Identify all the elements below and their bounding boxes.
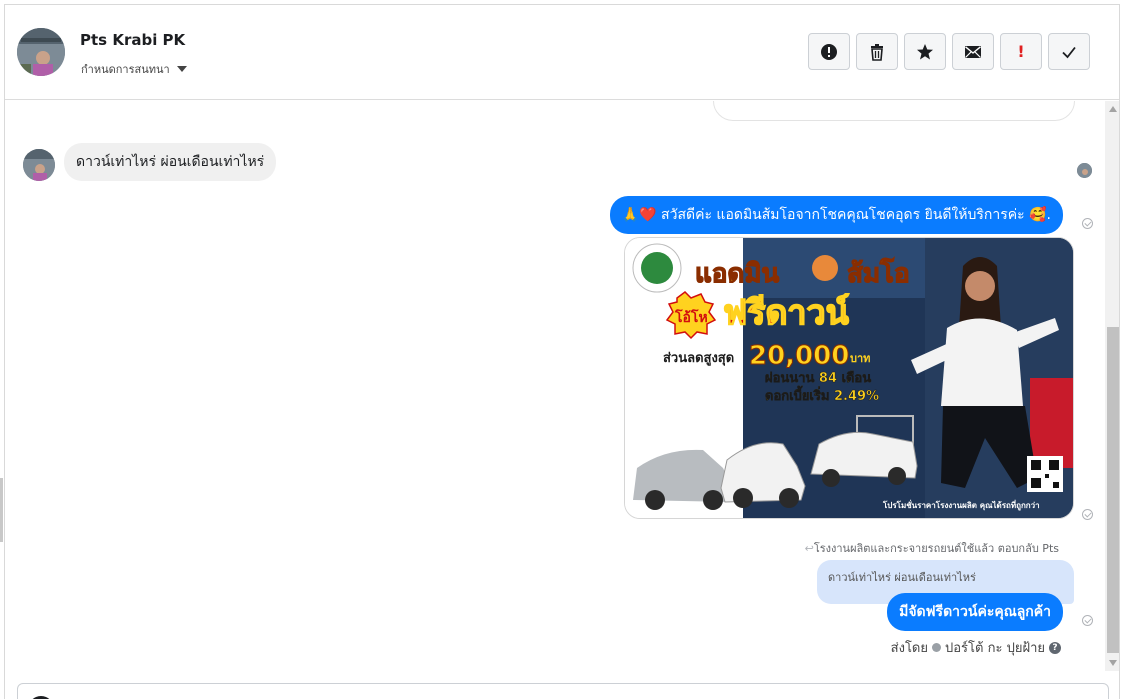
envelope-icon	[965, 45, 981, 58]
promo-installment: ผ่อนนาน 84 เดือน	[765, 370, 871, 386]
previous-message-bubble	[713, 101, 1075, 121]
verified-dot-icon	[932, 643, 941, 652]
scrollbar[interactable]	[1105, 101, 1119, 671]
help-icon[interactable]: ?	[1049, 641, 1061, 654]
important-button[interactable]: !	[1000, 33, 1042, 70]
conversation-settings-dropdown[interactable]: กำหนดการสนทนา	[81, 60, 187, 78]
exclamation-icon: !	[1017, 42, 1025, 61]
conversation-window: Pts Krabi PK กำหนดการสนทนา ! ดาวน์เท่าไห…	[4, 4, 1120, 699]
scroll-down-arrow-icon[interactable]	[1109, 660, 1117, 666]
incoming-message[interactable]: ดาวน์เท่าไหร่ ผ่อนเดือนเท่าไหร่	[64, 143, 277, 181]
message-list: ดาวน์เท่าไหร่ ผ่อนเดือนเท่าไหร่ 🙏❤️ สวัส…	[5, 101, 1105, 671]
conversation-header: Pts Krabi PK กำหนดการสนทนา !	[5, 5, 1119, 100]
promo-discount-unit: บาท	[850, 352, 870, 365]
trash-icon	[871, 43, 883, 61]
outgoing-reply-message[interactable]: มีจัดฟรีดาวน์ค่ะคุณลูกค้า	[887, 593, 1063, 631]
mark-unread-button[interactable]	[952, 33, 994, 70]
sent-by-name: ปอร์โต้ กะ ปุยฝ้าย	[945, 641, 1045, 656]
promo-title-left: แอดมิน	[695, 259, 779, 289]
check-icon	[1062, 46, 1076, 58]
scroll-up-arrow-icon[interactable]	[1109, 106, 1117, 112]
sent-check-icon	[1082, 509, 1093, 520]
sender-avatar[interactable]	[23, 149, 55, 181]
promo-image[interactable]: แอดมิน ส้มโอ โอ้โห ฟรีดาวน์ ส่วนลดสูงสุด…	[624, 237, 1074, 519]
sent-by-prefix: ส่งโดย	[890, 641, 928, 656]
contact-name[interactable]: Pts Krabi PK	[80, 31, 185, 49]
scrollbar-thumb[interactable]	[1107, 327, 1119, 653]
promo-badge: โอ้โห	[674, 308, 708, 326]
alert-circle-icon	[821, 43, 837, 60]
done-button[interactable]	[1048, 33, 1090, 70]
contact-avatar[interactable]	[17, 28, 65, 76]
report-button[interactable]	[808, 33, 850, 70]
sent-check-icon	[1082, 218, 1093, 229]
conversation-settings-label: กำหนดการสนทนา	[81, 63, 170, 76]
seen-avatar	[1077, 163, 1092, 178]
promo-headline: ฟรีดาวน์	[723, 293, 849, 333]
outgoing-greeting-message[interactable]: 🙏❤️ สวัสดีค่ะ แอดมินส้มโอจากโชคคุณโชคอุด…	[609, 196, 1063, 234]
star-icon	[917, 43, 933, 59]
sent-check-icon	[1082, 615, 1093, 626]
side-panel-handle[interactable]	[0, 478, 3, 542]
promo-discount-label: ส่วนลดสูงสุด	[663, 351, 734, 366]
reply-context-note: ↩โรงงานผลิตและกระจายรถยนต์ใช้แล้ว ตอบกลั…	[804, 542, 1059, 555]
chevron-down-icon	[176, 66, 187, 72]
header-toolbar: !	[808, 33, 1090, 70]
promo-footer: โปรโมชั่นราคาโรงงานผลิต คุณได้รถที่ถูกกว…	[882, 499, 1040, 511]
reply-arrow-icon: ↩	[804, 542, 814, 555]
star-button[interactable]	[904, 33, 946, 70]
promo-discount-amount: 20,000	[749, 341, 849, 371]
delete-button[interactable]	[856, 33, 898, 70]
promo-title-right: ส้มโอ	[847, 257, 910, 289]
message-composer[interactable]	[17, 683, 1109, 699]
sent-by-label: ส่งโดย ปอร์โต้ กะ ปุยฝ้าย ?	[891, 637, 1061, 658]
